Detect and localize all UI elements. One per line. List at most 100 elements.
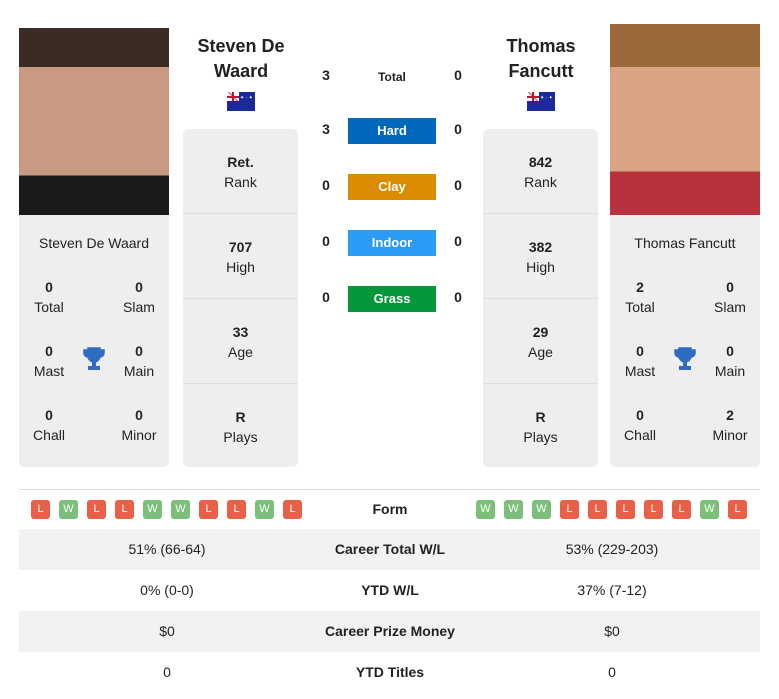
- form-win-badge: W: [476, 500, 495, 519]
- player-stats-right: 842 Rank 382 High 29 Age R Plays: [483, 129, 598, 467]
- form-loss-badge: L: [644, 500, 663, 519]
- player-photo-left: [19, 18, 169, 215]
- form-loss-badge: L: [87, 500, 106, 519]
- high-value: 382: [528, 239, 553, 255]
- main-value: 0: [135, 343, 143, 359]
- left-value: 0: [163, 664, 171, 680]
- h2h-right-clay: 0: [454, 177, 462, 193]
- label: Slam: [123, 299, 155, 315]
- h2h-right-total: 0: [454, 67, 462, 83]
- ytd-wl-row: 0% (0-0) YTD W/L 37% (7-12): [19, 570, 760, 611]
- player-name: Thomas Fancutt: [634, 235, 736, 251]
- surface-total: Total: [378, 70, 406, 84]
- form-win-badge: W: [143, 500, 162, 519]
- right-value: 53% (229-203): [565, 541, 659, 557]
- surface-clay[interactable]: Clay: [348, 174, 436, 200]
- surface-grass[interactable]: Grass: [348, 286, 436, 312]
- label: High: [526, 259, 555, 275]
- h2h-left-hard: 3: [322, 121, 330, 137]
- plays-value: R: [235, 409, 246, 425]
- total-titles-value: 2: [636, 279, 644, 295]
- player-title-right[interactable]: Thomas Fancutt: [471, 34, 611, 84]
- australia-flag-icon: [227, 92, 255, 111]
- prize-money-row: $0 Career Prize Money $0: [19, 611, 760, 652]
- surface-indoor[interactable]: Indoor: [348, 230, 436, 256]
- masters-value: 0: [45, 343, 53, 359]
- row-label: YTD Titles: [355, 664, 425, 680]
- h2h-right-hard: 0: [454, 121, 462, 137]
- form-loss-badge: L: [199, 500, 218, 519]
- main-value: 0: [726, 343, 734, 359]
- label: Rank: [224, 174, 257, 190]
- h2h-right-grass: 0: [454, 289, 462, 305]
- player-info-card-left: Steven De Waard 0 Total 0 Slam 0 Mast 0 Main…: [19, 215, 169, 467]
- plays-value: R: [535, 409, 546, 425]
- label: Plays: [223, 429, 258, 445]
- challenger-value: 0: [636, 407, 644, 423]
- label: Age: [228, 344, 253, 360]
- h2h-right-indoor: 0: [454, 233, 462, 249]
- label: Chall: [33, 427, 65, 443]
- form-loss-badge: L: [560, 500, 579, 519]
- row-label: Career Prize Money: [325, 623, 455, 639]
- rank-value: Ret.: [227, 154, 254, 170]
- left-value: $0: [159, 623, 175, 639]
- form-loss-badge: L: [31, 500, 50, 519]
- label: Total: [34, 299, 64, 315]
- left-value: 0% (0-0): [140, 582, 194, 598]
- right-value: $0: [604, 623, 620, 639]
- divider: [19, 489, 760, 490]
- h2h-left-indoor: 0: [322, 233, 330, 249]
- h2h-left-grass: 0: [322, 289, 330, 305]
- label: Minor: [121, 427, 157, 443]
- player-name: Steven De Waard: [39, 235, 149, 251]
- right-value: 0: [608, 664, 616, 680]
- challenger-value: 0: [45, 407, 53, 423]
- left-value: 51% (66-64): [128, 541, 206, 557]
- label: Minor: [712, 427, 748, 443]
- label: Total: [625, 299, 655, 315]
- career-wl-row: 51% (66-64) Career Total W/L 53% (229-203): [19, 529, 760, 570]
- total-titles-value: 0: [45, 279, 53, 295]
- australia-flag-icon: [527, 92, 555, 111]
- h2h-left-clay: 0: [322, 177, 330, 193]
- form-loss-badge: L: [616, 500, 635, 519]
- masters-value: 0: [636, 343, 644, 359]
- form-loss-badge: L: [672, 500, 691, 519]
- ytd-titles-row: 0 YTD Titles 0: [19, 652, 760, 693]
- surface-hard[interactable]: Hard: [348, 118, 436, 144]
- label: Main: [123, 363, 155, 379]
- player-info-card-right: Thomas Fancutt 2 Total 0 Slam 0 Mast 0 Main …: [610, 215, 760, 467]
- label: High: [226, 259, 255, 275]
- player-stats-left: Ret. Rank 707 High 33 Age R Plays: [183, 129, 298, 467]
- h2h-left-total: 3: [322, 67, 330, 83]
- label: Slam: [714, 299, 746, 315]
- form-win-badge: W: [700, 500, 719, 519]
- label: Mast: [33, 363, 65, 379]
- row-label: YTD W/L: [361, 582, 419, 598]
- minor-value: 2: [726, 407, 734, 423]
- player-title-left[interactable]: Steven De Waard: [171, 34, 311, 84]
- form-win-badge: W: [59, 500, 78, 519]
- slam-value: 0: [135, 279, 143, 295]
- high-value: 707: [228, 239, 253, 255]
- form-win-badge: W: [504, 500, 523, 519]
- trophy-icon: [674, 347, 696, 370]
- label: Mast: [624, 363, 656, 379]
- form-win-badge: W: [532, 500, 551, 519]
- label: Main: [714, 363, 746, 379]
- form-loss-badge: L: [283, 500, 302, 519]
- form-win-badge: W: [171, 500, 190, 519]
- label: Chall: [624, 427, 656, 443]
- player-photo-right: [610, 18, 760, 215]
- slam-value: 0: [726, 279, 734, 295]
- label: Plays: [523, 429, 558, 445]
- form-loss-badge: L: [115, 500, 134, 519]
- form-label: Form: [372, 501, 408, 517]
- age-value: 29: [532, 324, 549, 340]
- row-label: Career Total W/L: [334, 541, 446, 557]
- minor-value: 0: [135, 407, 143, 423]
- form-loss-badge: L: [728, 500, 747, 519]
- age-value: 33: [232, 324, 249, 340]
- trophy-icon: [83, 347, 105, 370]
